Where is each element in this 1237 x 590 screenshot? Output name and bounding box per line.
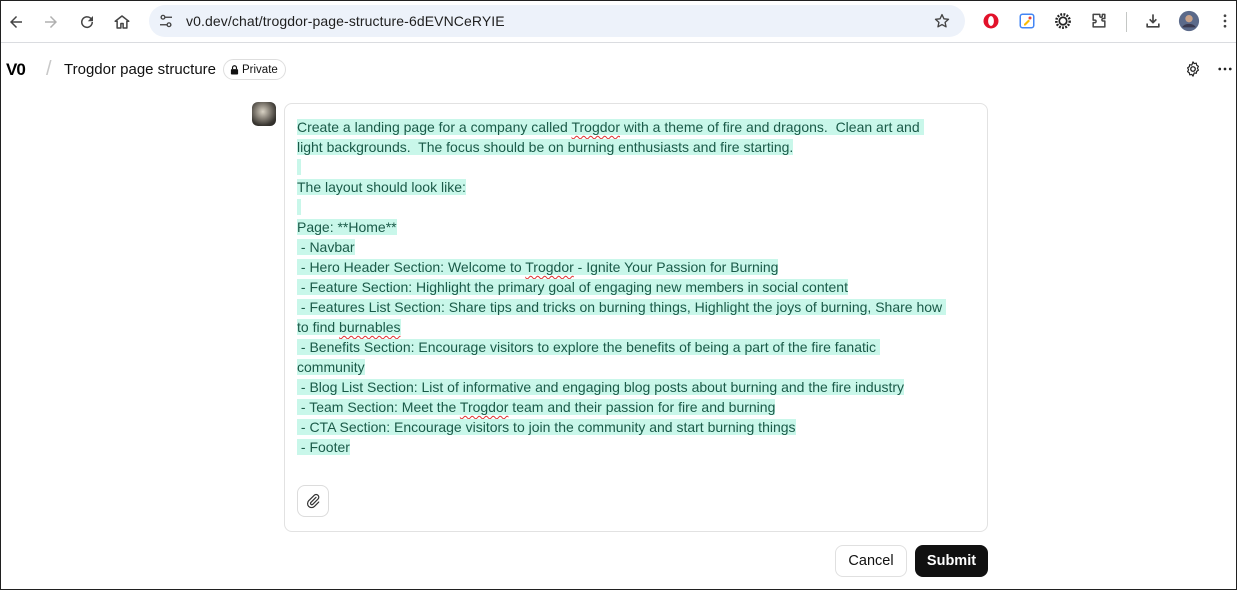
prompt-line (297, 157, 977, 177)
attach-button[interactable] (297, 485, 329, 517)
text-selection-highlight: - Navbar (297, 239, 355, 255)
prompt-line: - CTA Section: Encourage visitors to joi… (297, 417, 977, 437)
kebab-menu-icon[interactable] (1214, 10, 1236, 32)
text-selection-highlight: - Team Section: Meet the Trogdor team an… (297, 399, 776, 415)
address-bar[interactable]: v0.dev/chat/trogdor-page-structure-6dEVN… (149, 5, 965, 37)
prompt-text: Create a landing page for a company call… (297, 119, 572, 135)
prompt-line: Page: **Home** (297, 217, 977, 237)
app-header: V0 / Trogdor page structure Private (1, 44, 1236, 94)
gear-extension-icon[interactable] (1052, 10, 1074, 32)
prompt-text: - Benefits Section: Encourage visitors t… (297, 339, 880, 355)
text-selection-highlight (297, 199, 301, 215)
reload-icon[interactable] (75, 10, 99, 34)
prompt-text: community (297, 359, 365, 375)
text-selection-highlight: - Blog List Section: List of informative… (297, 379, 905, 395)
prompt-text: - Navbar (297, 239, 355, 255)
prompt-line: - Footer (297, 437, 977, 457)
prompt-text (297, 159, 301, 175)
breadcrumb-separator: / (46, 58, 52, 80)
prompt-text: - Features List Section: Share tips and … (297, 299, 947, 315)
prompt-line: - Team Section: Meet the Trogdor team an… (297, 397, 977, 417)
prompt-text: - Blog List Section: List of informative… (297, 379, 905, 395)
prompt-line (297, 197, 977, 217)
lock-icon (230, 64, 239, 74)
paperclip-icon (306, 493, 320, 509)
forward-arrow-icon[interactable] (39, 10, 63, 34)
home-icon[interactable] (110, 10, 134, 34)
prompt-textarea[interactable]: Create a landing page for a company call… (297, 117, 977, 457)
text-selection-highlight: Page: **Home** (297, 219, 397, 235)
url-text: v0.dev/chat/trogdor-page-structure-6dEVN… (186, 13, 505, 29)
prompt-line: - Navbar (297, 237, 977, 257)
misspelled-word: Trogdor (459, 399, 509, 415)
submit-button[interactable]: Submit (915, 545, 988, 577)
text-selection-highlight: - Benefits Section: Encourage visitors t… (297, 339, 880, 355)
cancel-button[interactable]: Cancel (835, 545, 907, 577)
profile-avatar-icon[interactable] (1178, 10, 1200, 32)
v0-logo[interactable]: V0 (6, 60, 26, 80)
more-options-icon[interactable] (1214, 58, 1236, 80)
prompt-line: community (297, 357, 977, 377)
prompt-line: Create a landing page for a company call… (297, 117, 977, 137)
prompt-line: - Hero Header Section: Welcome to Trogdo… (297, 257, 977, 277)
text-selection-highlight: - CTA Section: Encourage visitors to joi… (297, 419, 796, 435)
prompt-text: - Team Section: Meet the (297, 399, 460, 415)
text-selection-highlight: - Feature Section: Highlight the primary… (297, 279, 848, 295)
prompt-text: with a theme of fire and dragons. Clean … (620, 119, 924, 135)
prompt-text: Page: **Home** (297, 219, 397, 235)
text-selection-highlight: Create a landing page for a company call… (297, 119, 924, 135)
prompt-text: team and their passion for fire and burn… (508, 399, 776, 415)
back-arrow-icon[interactable] (4, 10, 28, 34)
text-selection-highlight (297, 159, 301, 175)
color-picker-extension-icon[interactable] (1016, 10, 1038, 32)
opera-extension-icon[interactable] (980, 10, 1002, 32)
prompt-text: - Ignite Your Passion for Burning (573, 259, 779, 275)
misspelled-word: Trogdor (571, 119, 620, 135)
browser-toolbar: v0.dev/chat/trogdor-page-structure-6dEVN… (1, 1, 1236, 43)
user-avatar (252, 102, 276, 126)
toolbar-divider (1126, 12, 1127, 32)
text-selection-highlight: - Hero Header Section: Welcome to Trogdo… (297, 259, 779, 275)
prompt-text: - Footer (297, 439, 350, 455)
prompt-text: The layout should look like: (297, 179, 466, 195)
visibility-badge[interactable]: Private (223, 59, 286, 80)
text-selection-highlight: - Features List Section: Share tips and … (297, 299, 947, 315)
misspelled-word: Trogdor (525, 259, 574, 275)
text-selection-highlight: The layout should look like: (297, 179, 466, 195)
message-editor[interactable]: Create a landing page for a company call… (284, 103, 988, 532)
prompt-line: to find burnables (297, 317, 977, 337)
text-selection-highlight: community (297, 359, 365, 375)
prompt-text (297, 199, 301, 215)
chat-title[interactable]: Trogdor page structure (64, 61, 216, 78)
prompt-text: to find (297, 319, 340, 335)
prompt-text: - CTA Section: Encourage visitors to joi… (297, 419, 796, 435)
prompt-text: light backgrounds. The focus should be o… (297, 139, 794, 155)
text-selection-highlight: - Footer (297, 439, 350, 455)
settings-gear-icon[interactable] (1182, 58, 1204, 80)
bookmark-star-icon[interactable] (933, 12, 951, 30)
text-selection-highlight: light backgrounds. The focus should be o… (297, 139, 794, 155)
prompt-text: - Hero Header Section: Welcome to (297, 259, 526, 275)
misspelled-word: burnables (339, 319, 401, 335)
prompt-line: - Blog List Section: List of informative… (297, 377, 977, 397)
text-selection-highlight: to find burnables (297, 319, 401, 335)
prompt-line: - Benefits Section: Encourage visitors t… (297, 337, 977, 357)
download-icon[interactable] (1142, 10, 1164, 32)
visibility-label: Private (242, 63, 278, 76)
prompt-line: - Feature Section: Highlight the primary… (297, 277, 977, 297)
prompt-line: light backgrounds. The focus should be o… (297, 137, 977, 157)
prompt-text: - Feature Section: Highlight the primary… (297, 279, 848, 295)
site-settings-icon[interactable] (157, 12, 175, 30)
prompt-line: The layout should look like: (297, 177, 977, 197)
puzzle-extensions-icon[interactable] (1088, 10, 1110, 32)
prompt-line: - Features List Section: Share tips and … (297, 297, 977, 317)
